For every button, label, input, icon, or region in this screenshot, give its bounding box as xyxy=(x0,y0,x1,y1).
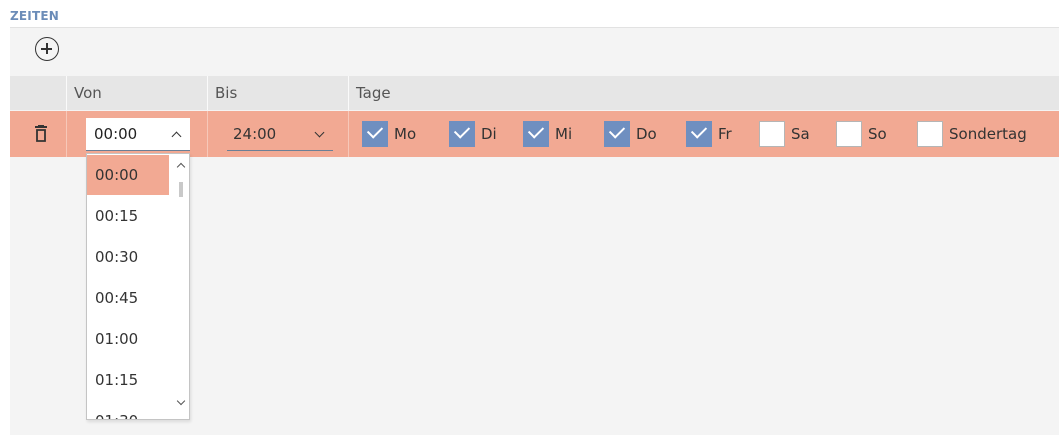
day-label: Fr xyxy=(718,125,732,143)
dropdown-option[interactable]: 00:00 xyxy=(87,155,169,195)
header-von: Von xyxy=(74,84,102,102)
von-time-select[interactable]: 00:00 xyxy=(86,118,190,151)
chevron-down-icon[interactable] xyxy=(314,127,325,138)
bis-time-value: 24:00 xyxy=(233,125,277,143)
dropdown-option[interactable]: 01:00 xyxy=(87,319,169,359)
dropdown-option[interactable]: 00:30 xyxy=(87,237,169,277)
header-tage: Tage xyxy=(356,84,391,102)
dropdown-option[interactable]: 01:15 xyxy=(87,360,169,400)
header-divider xyxy=(207,76,208,110)
checkbox-mi[interactable] xyxy=(523,121,549,147)
scrollbar-thumb[interactable] xyxy=(179,182,183,197)
dropdown-option[interactable]: 00:45 xyxy=(87,278,169,318)
chevron-up-icon[interactable] xyxy=(171,131,182,142)
checkbox-fr[interactable] xyxy=(686,121,712,147)
von-time-value: 00:00 xyxy=(94,125,138,143)
day-label: So xyxy=(868,125,887,143)
header-divider xyxy=(348,76,349,110)
table-header: Von Bis Tage xyxy=(10,76,1059,110)
add-time-button[interactable] xyxy=(35,37,59,61)
checkbox-sondertag[interactable] xyxy=(917,121,943,147)
dropdown-option[interactable]: 01:30 xyxy=(87,401,169,419)
day-label: Do xyxy=(636,125,657,143)
checkbox-do[interactable] xyxy=(604,121,630,147)
von-time-dropdown-list[interactable]: 00:00 00:15 00:30 00:45 01:00 01:15 01:3… xyxy=(86,153,190,420)
day-label: Sa xyxy=(791,125,810,143)
checkbox-di[interactable] xyxy=(449,121,475,147)
day-label: Di xyxy=(481,125,497,143)
section-title: ZEITEN xyxy=(10,9,59,23)
day-label: Mi xyxy=(555,125,573,143)
day-label: Sondertag xyxy=(949,125,1027,143)
dropdown-option[interactable]: 00:15 xyxy=(87,196,169,236)
checkbox-mo[interactable] xyxy=(362,121,388,147)
header-bis: Bis xyxy=(215,84,238,102)
header-divider xyxy=(66,76,67,110)
checkbox-sa[interactable] xyxy=(759,121,785,147)
row-divider xyxy=(207,111,208,157)
bis-time-select[interactable]: 24:00 xyxy=(227,118,333,151)
day-label: Mo xyxy=(394,125,417,143)
row-divider xyxy=(348,111,349,157)
trash-icon[interactable] xyxy=(33,125,49,143)
row-divider xyxy=(66,111,67,157)
checkbox-so[interactable] xyxy=(836,121,862,147)
